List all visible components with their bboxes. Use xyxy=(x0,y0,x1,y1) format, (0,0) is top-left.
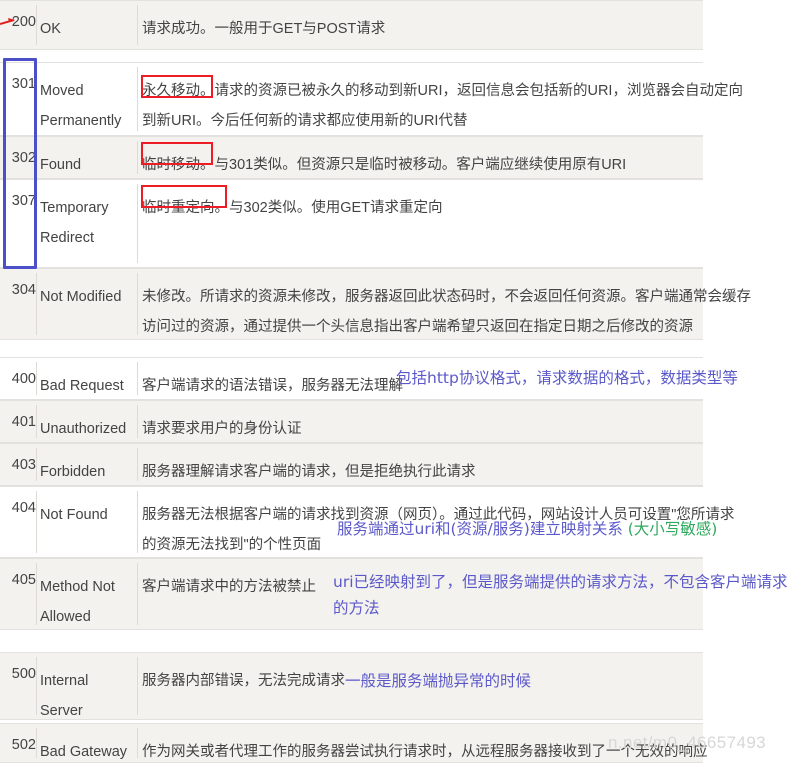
status-description-line: 临时重定向。与302类似。使用GET请求重定向 xyxy=(142,200,443,216)
status-description-line: 请求要求用户的身份认证 xyxy=(142,421,302,437)
status-name-line: Method Not xyxy=(40,579,115,595)
status-description: 请求要求用户的身份认证 xyxy=(142,401,699,444)
annotation-404: 服务端通过uri和(资源/服务)建立映射关系 (大小写敏感) xyxy=(337,516,717,542)
status-description-line: 到新URI。今后任何新的请求都应使用新的URI代替 xyxy=(142,113,468,129)
status-code: 302 xyxy=(11,150,36,166)
status-code: 301 xyxy=(11,76,36,92)
status-name-line: Not Modified xyxy=(40,289,122,305)
status-name-line: Unauthorized xyxy=(40,421,127,437)
status-description: 作为网关或者代理工作的服务器尝试执行请求时，从远程服务器接收到了一个无效的响应 xyxy=(142,724,708,767)
column-divider xyxy=(36,273,37,335)
status-name: Not Modified xyxy=(40,269,135,312)
http-status-code-table-page: { "meta": { "colors": { "row_shade": "#f… xyxy=(0,0,805,763)
status-description: 请求成功。一般用于GET与POST请求 xyxy=(142,1,699,44)
status-code: 405 xyxy=(11,572,36,588)
column-divider xyxy=(137,273,138,335)
column-divider xyxy=(137,405,138,438)
status-name-line: Internal Server xyxy=(40,673,89,719)
status-name: Temporary Redirect xyxy=(40,180,135,253)
status-code: 404 xyxy=(11,500,36,516)
column-divider xyxy=(137,67,138,131)
column-divider xyxy=(137,728,138,758)
status-name-line: Redirect xyxy=(40,230,94,246)
red-arrow-icon xyxy=(0,18,15,25)
column-divider xyxy=(36,5,37,45)
status-name: Forbidden xyxy=(40,444,135,487)
column-divider xyxy=(137,563,138,625)
status-code: 307 xyxy=(11,193,36,209)
status-description-line: 访问过的资源，通过提供一个头信息指出客户端希望只返回在指定日期之后修改的资源 xyxy=(142,319,693,335)
status-description-line: 临时移动。与301类似。但资源只是临时被移动。客户端应继续使用原有URI xyxy=(142,157,627,173)
status-name: Found xyxy=(40,137,135,180)
column-divider xyxy=(36,67,37,131)
table-row: 304 Not Modified 未修改。所请求的资源未修改，服务器返回此状态码… xyxy=(0,268,751,342)
table-row: 301 Moved Permanently 永久移动。请求的资源已被永久的移动到… xyxy=(0,62,743,136)
column-divider xyxy=(137,5,138,45)
status-name: Not Found xyxy=(40,487,135,530)
table-row: 307 Temporary Redirect 临时重定向。与302类似。使用GE… xyxy=(0,179,703,268)
column-divider xyxy=(36,491,37,553)
status-code: 400 xyxy=(11,371,36,387)
status-name-line: Allowed xyxy=(40,609,91,625)
table-row: 502 Bad Gateway 作为网关或者代理工作的服务器尝试执行请求时，从远… xyxy=(0,723,708,763)
status-name: Method Not Allowed xyxy=(40,559,135,632)
status-code: 304 xyxy=(11,282,36,298)
column-divider xyxy=(36,405,37,438)
status-name-line: Bad Request xyxy=(40,378,124,394)
status-name: Moved Permanently xyxy=(40,63,135,136)
column-divider xyxy=(137,362,138,395)
status-description: 服务器理解请求客户端的请求，但是拒绝执行此请求 xyxy=(142,444,699,487)
table-row: 401 Unauthorized 请求要求用户的身份认证 xyxy=(0,400,703,443)
status-name-line: Not Found xyxy=(40,507,108,523)
status-code: 502 xyxy=(11,737,36,753)
status-description: 临时移动。与301类似。但资源只是临时被移动。客户端应继续使用原有URI xyxy=(142,137,699,180)
column-divider xyxy=(137,657,138,715)
status-name-line: OK xyxy=(40,21,61,37)
annotation-404-text: 服务端通过uri和(资源/服务)建立映射关系 xyxy=(337,520,628,538)
status-name-line: Forbidden xyxy=(40,464,106,480)
column-divider xyxy=(36,563,37,625)
status-name-line: Found xyxy=(40,157,82,173)
status-description: 未修改。所请求的资源未修改，服务器返回此状态码时，不会返回任何资源。客户端通常会… xyxy=(142,269,751,342)
status-code: 403 xyxy=(11,457,36,473)
status-description: 永久移动。请求的资源已被永久的移动到新URI，返回信息会包括新的URI，浏览器会… xyxy=(142,63,743,136)
annotation-405-line2: 的方法 xyxy=(333,599,380,617)
status-name: Bad Request xyxy=(40,358,135,401)
status-description-line: 未修改。所请求的资源未修改，服务器返回此状态码时，不会返回任何资源。客户端通常会… xyxy=(142,289,751,305)
annotation-500: 一般是服务端抛异常的时候 xyxy=(345,672,532,690)
status-name-line: Temporary xyxy=(40,200,109,216)
status-description-line: 请求成功。一般用于GET与POST请求 xyxy=(142,21,386,37)
column-divider xyxy=(137,448,138,481)
status-description-line: 永久移动。请求的资源已被永久的移动到新URI，返回信息会包括新的URI，浏览器会… xyxy=(142,83,743,99)
table-row: 302 Found 临时移动。与301类似。但资源只是临时被移动。客户端应继续使… xyxy=(0,136,703,179)
status-name: OK xyxy=(40,1,135,44)
column-divider xyxy=(36,184,37,263)
status-name-line: Permanently xyxy=(40,113,122,129)
annotation-400: 包括http协议格式，请求数据的格式，数据类型等 xyxy=(396,369,738,387)
column-divider xyxy=(137,141,138,174)
column-divider xyxy=(36,657,37,715)
status-name-line: Moved xyxy=(40,83,84,99)
annotation-405-line1: uri已经映射到了，但是服务端提供的请求方法，不包含客户端请求 xyxy=(333,573,788,591)
status-description: 临时重定向。与302类似。使用GET请求重定向 xyxy=(142,180,699,223)
status-name: Bad Gateway xyxy=(40,724,135,767)
column-divider xyxy=(137,184,138,263)
column-divider xyxy=(36,728,37,758)
status-name: Unauthorized xyxy=(40,401,135,444)
column-divider xyxy=(36,448,37,481)
table-row: 200 OK 请求成功。一般用于GET与POST请求 xyxy=(0,0,703,50)
column-divider xyxy=(36,141,37,174)
table-row: 403 Forbidden 服务器理解请求客户端的请求，但是拒绝执行此请求 xyxy=(0,443,703,486)
status-code: 401 xyxy=(11,414,36,430)
annotation-404-green-text: (大小写敏感) xyxy=(627,520,718,538)
status-description-line: 服务器理解请求客户端的请求，但是拒绝执行此请求 xyxy=(142,464,476,480)
status-code: 500 xyxy=(11,666,36,682)
column-divider xyxy=(137,491,138,553)
column-divider xyxy=(36,362,37,395)
